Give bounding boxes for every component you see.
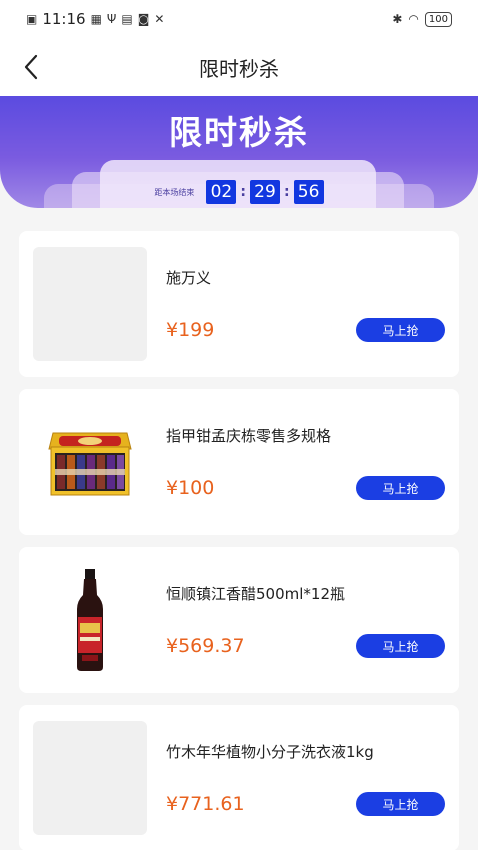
product-image — [33, 405, 147, 519]
product-name: 恒顺镇江香醋500ml*12瓶 — [166, 585, 345, 603]
product-price: ¥771.61 — [166, 793, 245, 815]
status-right: ✱ ◠ 100 — [392, 11, 452, 27]
product-card[interactable]: 竹木年华植物小分子洗衣液1kg ¥771.61 马上抢 — [19, 705, 459, 850]
product-list: 施万义 ¥199 马上抢 指甲钳孟庆栋零售多规格 ¥100 马上抢 恒顺镇江香醋… — [19, 231, 459, 850]
product-name: 指甲钳孟庆栋零售多规格 — [166, 427, 332, 445]
notification-icon: ▦ — [90, 12, 102, 26]
status-left: ▣ 11:16 ▦ Ψ ▤ ◙ ✕ — [26, 10, 164, 28]
product-image-placeholder — [33, 721, 147, 835]
countdown-seconds: 56 — [293, 180, 324, 204]
back-button[interactable] — [14, 50, 48, 84]
product-name: 竹木年华植物小分子洗衣液1kg — [166, 743, 374, 761]
nav-bar: 限时秒杀 — [0, 38, 478, 96]
status-bar: ▣ 11:16 ▦ Ψ ▤ ◙ ✕ ✱ ◠ 100 — [0, 0, 478, 38]
tools-icon: ✕ — [154, 12, 165, 26]
status-time: 11:16 — [42, 10, 86, 28]
wifi-icon: ◠ — [408, 12, 419, 26]
countdown-minutes: 29 — [250, 180, 280, 204]
product-card[interactable]: 指甲钳孟庆栋零售多规格 ¥100 马上抢 — [19, 389, 459, 535]
product-image-placeholder — [33, 247, 147, 361]
product-price: ¥199 — [166, 319, 215, 341]
bluetooth-icon: ✱ — [392, 12, 403, 26]
flash-sale-banner: 限时秒杀 距本场结束 02 : 29 : 56 — [0, 96, 478, 208]
product-image — [33, 563, 147, 677]
battery-indicator: 100 — [424, 11, 452, 27]
buy-now-button[interactable]: 马上抢 — [356, 318, 445, 342]
product-price: ¥100 — [166, 477, 215, 499]
countdown-separator: : — [240, 184, 246, 200]
buy-now-button[interactable]: 马上抢 — [356, 634, 445, 658]
banner-title: 限时秒杀 — [169, 113, 309, 152]
product-name: 施万义 — [166, 269, 212, 287]
usb-icon: Ψ — [106, 12, 117, 26]
vinegar-bottle-image — [77, 569, 103, 671]
countdown-label: 距本场结束 — [154, 187, 195, 197]
sim-icon: ▣ — [26, 12, 38, 26]
buy-now-button[interactable]: 马上抢 — [356, 476, 445, 500]
chevron-left-icon — [24, 54, 38, 80]
clipboard-icon: ▤ — [121, 12, 133, 26]
countdown-hours: 02 — [206, 180, 237, 204]
page-title: 限时秒杀 — [199, 56, 279, 81]
buy-now-button[interactable]: 马上抢 — [356, 792, 445, 816]
app-icon: ◙ — [137, 12, 150, 26]
gift-box-image — [48, 432, 132, 496]
countdown-separator: : — [284, 184, 290, 200]
product-card[interactable]: 恒顺镇江香醋500ml*12瓶 ¥569.37 马上抢 — [19, 547, 459, 693]
product-card[interactable]: 施万义 ¥199 马上抢 — [19, 231, 459, 377]
countdown: 距本场结束 02 : 29 : 56 — [0, 180, 478, 204]
product-price: ¥569.37 — [166, 635, 245, 657]
